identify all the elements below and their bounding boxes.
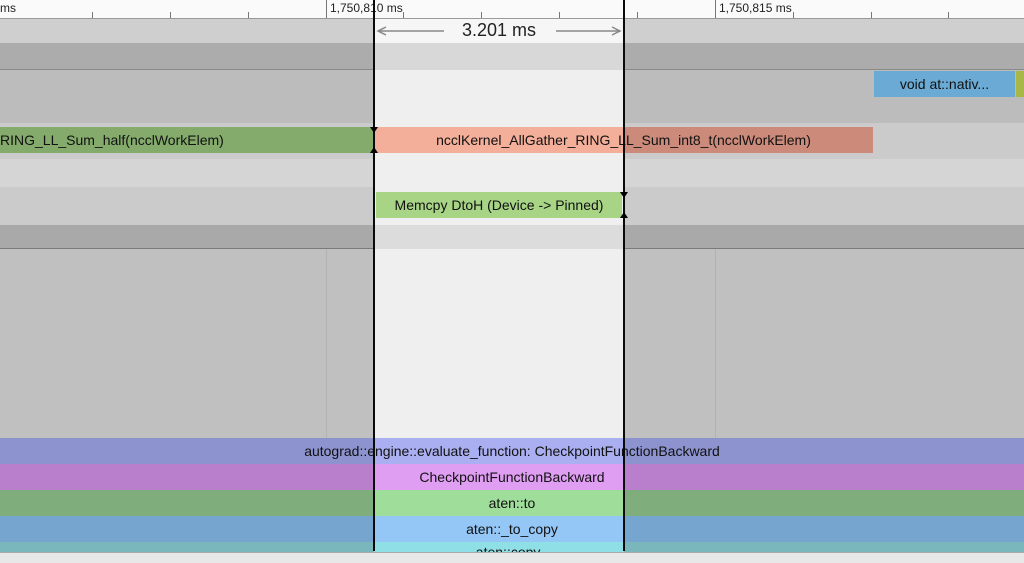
selection-duration-measure: 3.201 ms	[376, 19, 622, 43]
slice-aten-to-copy-label: aten::_to_copy	[466, 521, 558, 537]
ruler-label-1750815: 1,750,815 ms	[719, 1, 792, 15]
ruler-label-left: ms	[0, 1, 16, 15]
horizontal-scrollbar[interactable]	[0, 552, 1024, 563]
slice-aten-copy-label: aten::copy_	[475, 544, 549, 552]
slice-partial-right[interactable]	[1016, 71, 1024, 97]
selection-region	[374, 70, 624, 438]
slice-checkpoint-label: CheckpointFunctionBackward	[419, 469, 605, 485]
flow-marker-start-bottom	[370, 147, 378, 153]
slice-ring-sum-half[interactable]: RING_LL_Sum_half(ncclWorkElem)	[0, 127, 374, 153]
slice-aten-to-label: aten::to	[488, 495, 536, 511]
selection-start-line[interactable]	[373, 0, 375, 551]
flow-marker-start-top	[370, 127, 378, 133]
slice-void-native[interactable]: void at::nativ...	[874, 71, 1015, 97]
flow-marker-end-top	[620, 192, 628, 198]
flow-marker-end-bottom	[620, 212, 628, 218]
selection-end-line[interactable]	[623, 0, 625, 551]
slice-autograd-label: autograd::engine::evaluate_function: Che…	[304, 443, 720, 459]
slice-memcpy-dtoh[interactable]: Memcpy DtoH (Device -> Pinned)	[376, 192, 622, 218]
slice-ring-sum-half-label: RING_LL_Sum_half(ncclWorkElem)	[0, 132, 224, 148]
ruler-label-1750810: 1,750,810 ms	[330, 1, 403, 15]
selection-duration-label: 3.201 ms	[461, 20, 537, 40]
time-ruler: ms 1,750,810 ms 1,750,815 ms	[0, 0, 1024, 19]
